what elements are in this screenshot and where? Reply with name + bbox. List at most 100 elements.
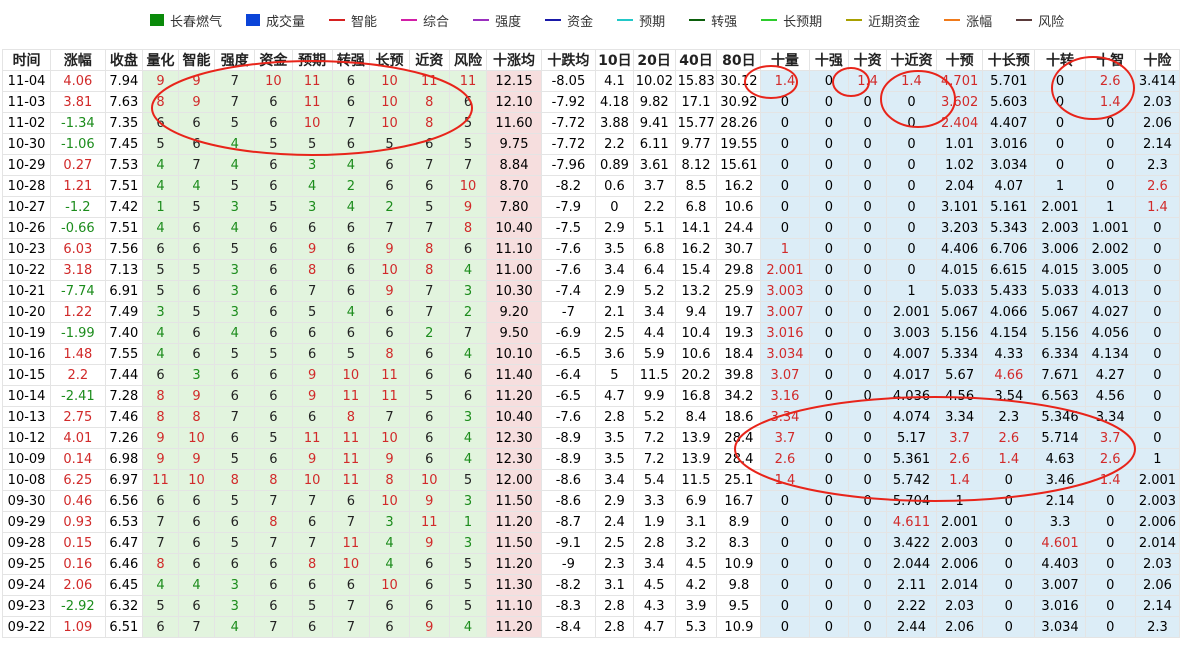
- table-row[interactable]: 10-27 -1.2 7.42 1 5 3 5 3 4 2 5 9 7.80 -7.9 0 2.2 6.8 10.…: [1, 196, 1180, 218]
- table-row[interactable]: 10-09 0.14 6.98 9 9 5 6 9 11 9 6 4 12.30 -8.9 3.5 7.2 13…: [1, 448, 1180, 470]
- table-cell: 10: [331, 553, 371, 575]
- table-row[interactable]: 11-04 4.06 7.94 9 9 7 10 11 6 10 11 11 12.15 -8.05 4.1…: [1, 70, 1180, 92]
- column-header[interactable]: 预期: [291, 49, 333, 71]
- column-header[interactable]: 10日: [595, 49, 634, 71]
- table-row[interactable]: 10-28 1.21 7.51 4 4 5 6 4 2 6 6 10 8.70 -8.2 0.6 3.7 8.5…: [1, 175, 1180, 197]
- table-row[interactable]: 10-23 6.03 7.56 6 6 5 6 9 6 9 8 6 11.10 -7.6 3.5 6.8 16.…: [1, 238, 1180, 260]
- table-cell: 1.4: [1084, 469, 1136, 491]
- table-row[interactable]: 10-30 -1.06 7.45 5 6 4 5 5 6 5 6 5 9.75 -7.72 2.2 6.11 9…: [1, 133, 1180, 155]
- table-row[interactable]: 11-02 -1.34 7.35 6 6 5 6 10 7 10 8 5 11.60 -7.72 3.88 9…: [1, 112, 1180, 134]
- column-header[interactable]: 十近资: [885, 49, 938, 71]
- table-cell: 0: [808, 196, 850, 218]
- legend-item[interactable]: 近期资金: [846, 11, 920, 30]
- table-row[interactable]: 10-29 0.27 7.53 4 7 4 6 3 4 6 7 7 8.84 -7.96 0.89 3.61 8…: [1, 154, 1180, 176]
- table-cell: -7.92: [540, 91, 597, 113]
- table-cell: 7.53: [104, 154, 144, 176]
- legend-item[interactable]: 长预期: [761, 11, 822, 30]
- table-cell: 10-27: [1, 196, 52, 218]
- table-cell: 9: [177, 448, 216, 470]
- table-cell: 2.404: [936, 112, 984, 134]
- column-header[interactable]: 强度: [214, 49, 256, 71]
- table-cell: 10.6: [716, 196, 762, 218]
- table-row[interactable]: 10-22 3.18 7.13 5 5 3 6 8 6 10 8 4 11.00 -7.6 3.4 6.4 15…: [1, 259, 1180, 281]
- table-row[interactable]: 10-12 4.01 7.26 9 10 6 5 11 11 10 6 4 12.30 -8.9 3.5 7.…: [1, 427, 1180, 449]
- table-cell: 9: [408, 532, 450, 554]
- table-cell: 4.56: [936, 385, 984, 407]
- table-row[interactable]: 09-25 0.16 6.46 8 6 6 6 8 10 4 6 5 11.20 -9 2.3 3.4 4.5 1…: [1, 553, 1180, 575]
- table-cell: -8.3: [540, 595, 597, 617]
- column-header[interactable]: 风险: [448, 49, 488, 71]
- table-row[interactable]: 09-24 2.06 6.45 4 4 3 6 6 6 10 6 5 11.30 -8.2 3.1 4.5 4.…: [1, 574, 1180, 596]
- column-header[interactable]: 十量: [760, 49, 810, 71]
- column-header[interactable]: 十预: [936, 49, 984, 71]
- legend-item[interactable]: 成交量: [246, 11, 305, 30]
- table-cell: 3.422: [885, 532, 938, 554]
- table-cell: 0: [982, 574, 1036, 596]
- column-header[interactable]: 80日: [716, 49, 762, 71]
- table-cell: 16.2: [716, 175, 762, 197]
- table-row[interactable]: 10-15 2.2 7.44 6 3 6 6 9 10 11 6 6 11.40 -6.4 5 11.5 20.…: [1, 364, 1180, 386]
- table-row[interactable]: 09-22 1.09 6.51 6 7 4 7 6 7 6 9 4 11.20 -8.4 2.8 4.7 5.3…: [1, 616, 1180, 638]
- legend-item[interactable]: 预期: [617, 11, 665, 30]
- table-cell: -7.6: [540, 259, 597, 281]
- column-header[interactable]: 十涨均: [486, 49, 542, 71]
- legend-item[interactable]: 强度: [473, 11, 521, 30]
- legend-item[interactable]: 风险: [1016, 11, 1064, 30]
- table-cell: 8.84: [486, 154, 542, 176]
- legend-item[interactable]: 转强: [689, 11, 737, 30]
- table-cell: 12.15: [486, 70, 542, 92]
- table-cell: 2.006: [1134, 511, 1180, 533]
- column-header[interactable]: 40日: [674, 49, 718, 71]
- column-header[interactable]: 十转: [1034, 49, 1086, 71]
- table-row[interactable]: 10-21 -7.74 6.91 5 6 3 6 7 6 9 7 3 10.30 -7.4 2.9 5.2 13…: [1, 280, 1180, 302]
- column-header[interactable]: 十跌均: [540, 49, 597, 71]
- table-cell: 5: [291, 301, 333, 323]
- column-header[interactable]: 十资: [848, 49, 887, 71]
- table-row[interactable]: 09-23 -2.92 6.32 5 6 3 6 5 7 6 6 5 11.10 -8.3 2.8 4.3 3.…: [1, 595, 1180, 617]
- column-header[interactable]: 涨幅: [50, 49, 106, 71]
- column-header[interactable]: 量化: [142, 49, 179, 71]
- table-cell: 7.13: [104, 259, 144, 281]
- table-cell: 5.3: [674, 616, 718, 638]
- table-cell: 2.9: [595, 490, 634, 512]
- column-header[interactable]: 长预: [369, 49, 410, 71]
- column-header[interactable]: 十强: [808, 49, 850, 71]
- table-cell: 2.001: [1034, 196, 1086, 218]
- column-header[interactable]: 十智: [1084, 49, 1136, 71]
- table-row[interactable]: 10-19 -1.99 7.40 4 6 4 6 6 6 6 2 7 9.50 -6.9 2.5 4.4 10.…: [1, 322, 1180, 344]
- column-header[interactable]: 时间: [1, 49, 52, 71]
- table-row[interactable]: 09-30 0.46 6.56 6 6 5 7 7 6 10 9 3 11.50 -8.6 2.9 3.3 6.…: [1, 490, 1180, 512]
- table-cell: 9.20: [486, 301, 542, 323]
- table-row[interactable]: 10-08 6.25 6.97 11 10 8 8 10 11 8 10 5 12.00 -8.6 3.4 5…: [1, 469, 1180, 491]
- table-row[interactable]: 10-14 -2.41 7.28 8 9 6 6 9 11 11 5 6 11.20 -6.5 4.7 9.9…: [1, 385, 1180, 407]
- column-header[interactable]: 资金: [254, 49, 293, 71]
- table-cell: 0: [808, 91, 850, 113]
- column-header[interactable]: 十险: [1134, 49, 1180, 71]
- column-header[interactable]: 转强: [331, 49, 371, 71]
- table-row[interactable]: 10-16 1.48 7.55 4 6 5 5 6 5 8 6 4 10.10 -6.5 3.6 5.9 10.…: [1, 343, 1180, 365]
- column-header[interactable]: 近资: [408, 49, 450, 71]
- table-row[interactable]: 09-28 0.15 6.47 7 6 5 7 7 11 4 9 3 11.50 -9.1 2.5 2.8 3.…: [1, 532, 1180, 554]
- legend-item[interactable]: 涨幅: [944, 11, 992, 30]
- table-cell: 0: [808, 532, 850, 554]
- legend-item[interactable]: 长春燃气: [150, 11, 222, 30]
- table-row[interactable]: 11-03 3.81 7.63 8 9 7 6 11 6 10 8 6 12.10 -7.92 4.18 9.…: [1, 91, 1180, 113]
- column-header[interactable]: 20日: [632, 49, 676, 71]
- table-cell: 3.4: [632, 553, 676, 575]
- table-row[interactable]: 10-26 -0.66 7.51 4 6 4 6 6 6 7 7 8 10.40 -7.5 2.9 5.1 14…: [1, 217, 1180, 239]
- column-header[interactable]: 十长预: [982, 49, 1036, 71]
- table-cell: 4.7: [595, 385, 634, 407]
- legend-item[interactable]: 资金: [545, 11, 593, 30]
- table-cell: 10: [369, 91, 410, 113]
- table-row[interactable]: 09-29 0.93 6.53 7 6 6 8 6 7 3 11 1 11.20 -8.7 2.4 1.9 3.…: [1, 511, 1180, 533]
- column-header[interactable]: 智能: [177, 49, 216, 71]
- legend-item[interactable]: 综合: [401, 11, 449, 30]
- table-row[interactable]: 10-20 1.22 7.49 3 5 3 6 5 4 6 7 2 9.20 -7 2.1 3.4 9.4 19.…: [1, 301, 1180, 323]
- table-cell: 7.46: [104, 406, 144, 428]
- column-header[interactable]: 收盘: [104, 49, 144, 71]
- table-cell: 34.2: [716, 385, 762, 407]
- table-cell: 11: [369, 385, 410, 407]
- legend-item[interactable]: 智能: [329, 11, 377, 30]
- table-cell: 5: [254, 133, 293, 155]
- table-row[interactable]: 10-13 2.75 7.46 8 8 7 6 6 8 7 6 3 10.40 -7.6 2.8 5.2 8.4…: [1, 406, 1180, 428]
